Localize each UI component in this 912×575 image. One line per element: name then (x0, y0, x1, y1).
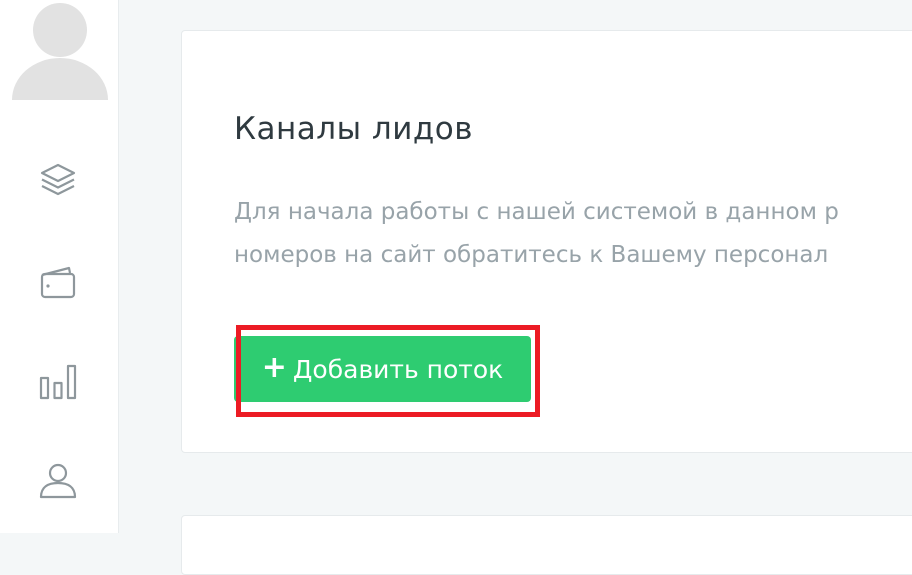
plus-icon: + (261, 349, 287, 385)
wallet-icon (40, 266, 76, 299)
add-stream-button-label: Добавить поток (292, 354, 504, 384)
card-description-line: Для начала работы с нашей системой в дан… (234, 199, 839, 225)
sidebar-item-stats[interactable] (36, 360, 80, 404)
card-description-line: номеров на сайт обратитесь к Вашему перс… (234, 242, 829, 268)
avatar-placeholder-icon (12, 3, 108, 100)
card-description: Для начала работы с нашей системой в дан… (234, 191, 912, 277)
page-title: Каналы лидов (234, 111, 474, 147)
avatar[interactable] (10, 0, 110, 100)
sidebar-item-wallet[interactable] (36, 260, 80, 304)
user-icon (39, 463, 77, 499)
sidebar-item-profile[interactable] (36, 458, 80, 502)
add-stream-button[interactable]: + Добавить поток (234, 336, 531, 402)
bar-chart-icon (39, 364, 77, 400)
lead-channels-card: Каналы лидов Для начала работы с нашей с… (181, 30, 912, 453)
sidebar (0, 0, 119, 533)
layers-icon (40, 163, 76, 196)
secondary-card (181, 515, 912, 575)
sidebar-item-layers[interactable] (36, 158, 80, 202)
